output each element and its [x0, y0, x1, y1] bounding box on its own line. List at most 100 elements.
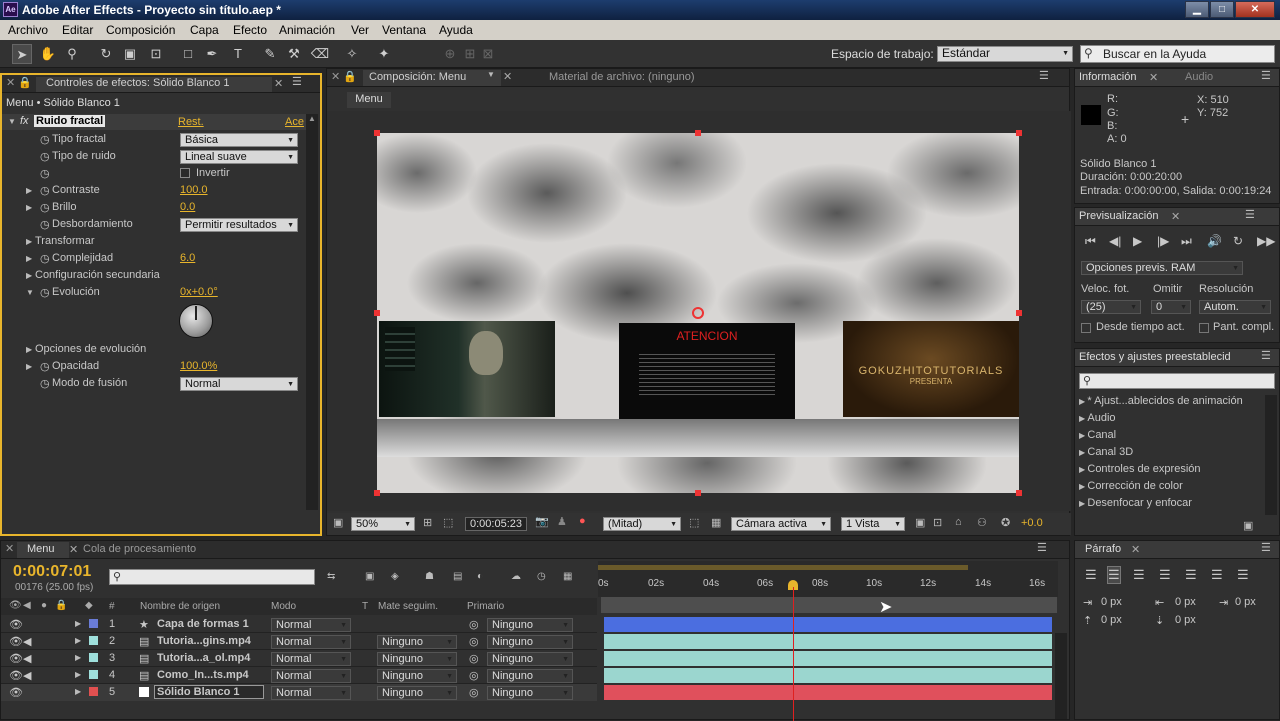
- menu-archivo[interactable]: Archivo: [8, 23, 48, 37]
- layer-mode-select[interactable]: Normal: [271, 669, 351, 683]
- expand-icon[interactable]: ▶: [26, 345, 32, 354]
- expand-icon[interactable]: ▶: [75, 653, 81, 662]
- pick-whip-icon[interactable]: ◎: [469, 618, 479, 631]
- mask-icon[interactable]: ⬚: [443, 516, 453, 529]
- speaker-icon[interactable]: ◀: [23, 635, 31, 648]
- brightness-value[interactable]: 0.0: [180, 201, 195, 213]
- first-line-value[interactable]: 0 px: [1235, 596, 1256, 608]
- resolution-select[interactable]: Autom.: [1199, 300, 1271, 314]
- panel-menu-icon[interactable]: ☰: [1039, 69, 1049, 82]
- stopwatch-icon[interactable]: ◷: [40, 377, 50, 390]
- effect-expand-icon[interactable]: ▼: [8, 117, 16, 126]
- layer-parent-select[interactable]: Ninguno: [487, 686, 573, 700]
- layer-bar[interactable]: [604, 617, 1052, 632]
- from-current-checkbox[interactable]: [1081, 323, 1091, 333]
- prev-frame-icon[interactable]: ◀|: [1109, 234, 1121, 248]
- panel-menu-icon[interactable]: ☰: [1037, 541, 1047, 554]
- list-item[interactable]: ▶ Audio: [1079, 412, 1116, 424]
- reset-link[interactable]: Rest.: [178, 116, 204, 128]
- handle[interactable]: [374, 490, 380, 496]
- menu-efecto[interactable]: Efecto: [233, 23, 267, 37]
- tab-info[interactable]: Información: [1079, 71, 1136, 83]
- space-before-value[interactable]: 0 px: [1101, 614, 1122, 626]
- eye-icon[interactable]: 👁: [9, 635, 23, 648]
- justify-left-icon[interactable]: ☰: [1159, 567, 1171, 583]
- expand-icon[interactable]: ▶: [26, 237, 32, 246]
- views-select[interactable]: 1 Vista: [841, 517, 905, 531]
- label-color-swatch[interactable]: [89, 670, 98, 679]
- first-frame-icon[interactable]: ⏮: [1085, 234, 1096, 249]
- stopwatch-icon[interactable]: ◷: [40, 184, 50, 197]
- label-color-swatch[interactable]: [89, 687, 98, 696]
- minimize-button[interactable]: ▁: [1185, 1, 1209, 18]
- panel-menu-icon[interactable]: ☰: [1261, 349, 1271, 362]
- timeline-current-time[interactable]: 0:00:07:01: [13, 563, 91, 581]
- handle[interactable]: [374, 130, 380, 136]
- layer-name[interactable]: Tutoria...a_ol.mp4: [157, 652, 250, 664]
- evolution-value[interactable]: 0x+0.0°: [180, 286, 218, 298]
- table-row[interactable]: 👁 ◀ ▶ 4 ▤ Como_In...ts.mp4 Normal Ningun…: [1, 667, 597, 684]
- table-row[interactable]: 👁 ▶ 5 Sólido Blanco 1 Normal Ninguno ◎ N…: [1, 684, 597, 701]
- channel-icon[interactable]: ●: [579, 515, 586, 527]
- tab-close-icon[interactable]: ✕: [1131, 543, 1140, 556]
- next-frame-icon[interactable]: |▶: [1157, 234, 1169, 248]
- layer-bar[interactable]: [604, 685, 1052, 700]
- list-item[interactable]: ▶ Canal: [1079, 429, 1116, 441]
- tab-close-icon[interactable]: ✕: [274, 77, 283, 90]
- menu-animacion[interactable]: Animación: [279, 23, 335, 37]
- justify-right-icon[interactable]: ☰: [1211, 567, 1223, 583]
- panel-close-icon[interactable]: ✕: [6, 76, 15, 89]
- speaker-icon[interactable]: ◀: [23, 669, 31, 682]
- align-center-icon[interactable]: ☰: [1107, 566, 1121, 584]
- anchor-point-icon[interactable]: [692, 307, 704, 319]
- layer-parent-select[interactable]: Ninguno: [487, 669, 573, 683]
- toggle-pixel-icon[interactable]: ▣: [915, 516, 925, 529]
- tab-effect-controls[interactable]: Controles de efectos: Sólido Blanco 1: [36, 77, 272, 92]
- eye-icon[interactable]: 👁: [9, 686, 23, 699]
- stopwatch-icon[interactable]: ◷: [40, 218, 50, 231]
- audio-icon[interactable]: 🔊: [1207, 234, 1222, 248]
- list-item[interactable]: ▶ Canal 3D: [1079, 446, 1133, 458]
- reset-exposure-icon[interactable]: ✪: [1001, 516, 1010, 529]
- eye-icon[interactable]: 👁: [9, 652, 23, 665]
- pen-tool-icon[interactable]: ✒: [202, 44, 222, 64]
- label-color-swatch[interactable]: [89, 636, 98, 645]
- tab-paragraph[interactable]: Párrafo: [1085, 543, 1121, 555]
- menu-editar[interactable]: Editar: [62, 23, 93, 37]
- expand-icon[interactable]: ▶: [26, 271, 32, 280]
- text-tool-icon[interactable]: T: [228, 44, 248, 64]
- graph-editor-icon[interactable]: ▦: [563, 571, 572, 582]
- timeline-navigator[interactable]: [601, 597, 1057, 613]
- layer-bar[interactable]: [604, 651, 1052, 666]
- label-color-swatch[interactable]: [89, 619, 98, 628]
- menu-ventana[interactable]: Ventana: [382, 23, 426, 37]
- rotate-tool-icon[interactable]: ↻: [96, 44, 116, 64]
- table-row[interactable]: 👁 ◀ ▶ 3 ▤ Tutoria...a_ol.mp4 Normal Ning…: [1, 650, 597, 667]
- handle[interactable]: [1016, 310, 1022, 316]
- ram-preview-icon[interactable]: ▶▶: [1257, 234, 1275, 248]
- about-link[interactable]: Ace: [285, 116, 304, 128]
- expand-icon[interactable]: ▶: [26, 203, 32, 212]
- skip-select[interactable]: 0: [1151, 300, 1191, 314]
- menu-composicion[interactable]: Composición: [106, 23, 175, 37]
- tab-render-queue[interactable]: Cola de procesamiento: [83, 543, 196, 555]
- panel-close-icon[interactable]: ✕: [331, 70, 340, 83]
- blend-mode-select[interactable]: Normal: [180, 377, 298, 391]
- collapse-icon[interactable]: ▼: [26, 288, 34, 297]
- layer-name[interactable]: Tutoria...gins.mp4: [157, 635, 251, 647]
- comp-nav-button[interactable]: Menu: [347, 92, 391, 108]
- motion-blur-icon[interactable]: ◐: [477, 571, 483, 582]
- current-time-display[interactable]: 0:00:05:23: [465, 517, 527, 531]
- stopwatch-icon[interactable]: ◷: [40, 150, 50, 163]
- align-right-icon[interactable]: ☰: [1133, 567, 1145, 583]
- overflow-select[interactable]: Permitir resultados: [180, 218, 298, 232]
- frame-blending-icon[interactable]: ▤: [453, 571, 462, 582]
- contrast-value[interactable]: 100.0: [180, 184, 208, 196]
- camera-select[interactable]: Cámara activa: [731, 517, 831, 531]
- stopwatch-icon[interactable]: ◷: [40, 360, 50, 373]
- snapshot-icon[interactable]: 📷: [535, 515, 549, 528]
- eraser-tool-icon[interactable]: ⌫: [310, 44, 330, 64]
- indent-right-value[interactable]: 0 px: [1175, 596, 1196, 608]
- effects-search-input[interactable]: [1079, 373, 1275, 389]
- indent-left-value[interactable]: 0 px: [1101, 596, 1122, 608]
